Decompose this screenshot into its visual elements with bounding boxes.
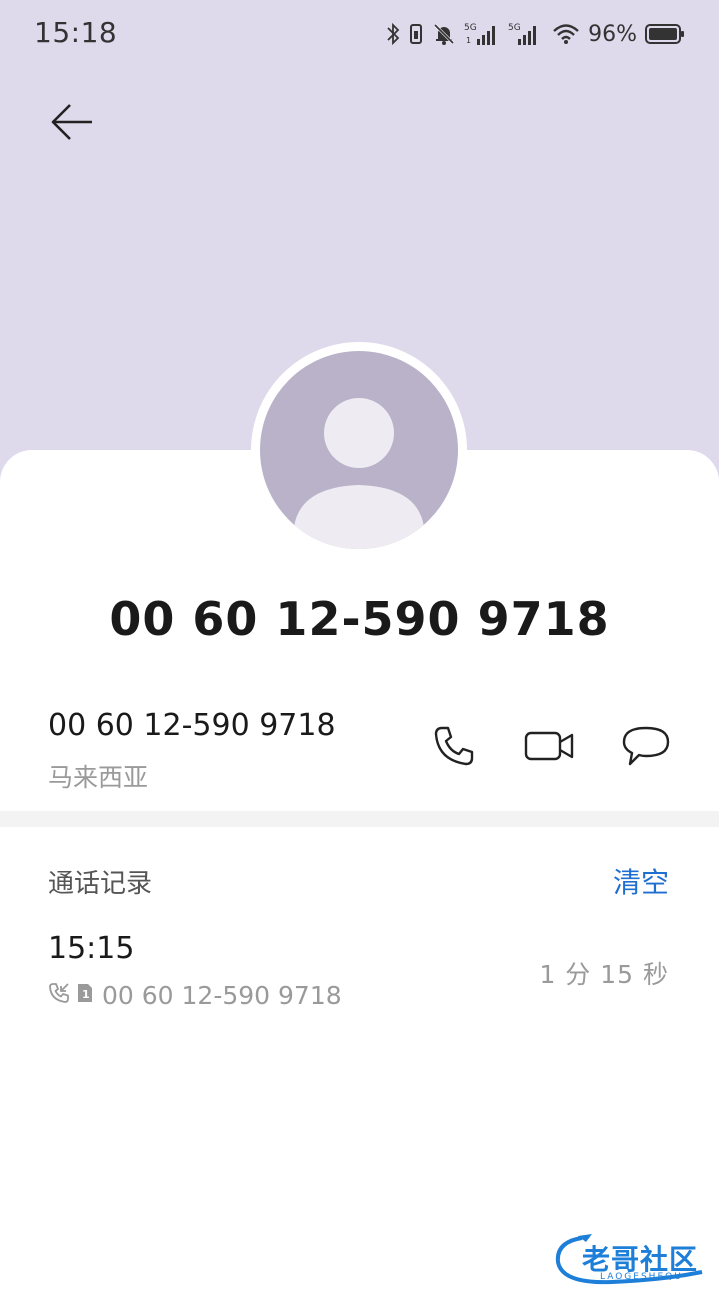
call-log-header: 通话记录 清空 [0,855,719,905]
message-icon [620,724,672,772]
number-row[interactable]: 00 60 12-590 9718 马来西亚 [0,690,719,810]
video-call-icon [523,726,577,770]
svg-text:5G: 5G [508,23,521,33]
battery-percent: 96% [588,21,637,47]
phone-icon [432,724,476,772]
status-time: 15:18 [34,16,118,49]
status-icons: 5G 1 5G 96% [386,18,685,50]
mute-bell-icon [432,22,456,46]
5g-signal-icon: 5G [508,21,544,47]
svg-text:1: 1 [466,36,471,45]
message-button[interactable] [620,724,672,772]
outgoing-call-icon [48,982,70,1008]
arrow-left-icon [50,102,94,146]
watermark-logo: 老哥社区 LAOGESHEQU [552,1232,712,1288]
person-icon [294,398,424,549]
avatar[interactable] [251,342,467,558]
phone-number[interactable]: 00 60 12-590 9718 [48,708,336,743]
video-call-button[interactable] [524,724,576,772]
avatar-placeholder [260,351,458,549]
svg-text:1: 1 [82,988,90,1001]
svg-text:5G: 5G [464,23,477,33]
contact-title-number: 00 60 12-590 9718 [109,592,610,646]
sim-card-icon: 1 [76,982,94,1008]
call-details: 1 00 60 12-590 9718 [48,979,342,1011]
call-log-title: 通话记录 [48,869,153,899]
vibrate-icon [408,22,424,46]
battery-icon [645,23,685,45]
5g-signal-icon: 5G 1 [464,21,500,47]
number-location: 马来西亚 [48,763,149,792]
call-button[interactable] [428,724,480,772]
back-button[interactable] [44,100,100,148]
call-number: 00 60 12-590 9718 [102,980,342,1010]
watermark-subtext: LAOGESHEQU [600,1272,683,1282]
bluetooth-icon [386,22,400,46]
call-log-item[interactable]: 15:15 1 00 60 12-590 9718 1 分 15 秒 [0,925,719,1025]
wifi-icon [552,22,580,46]
clear-button[interactable]: 清空 [613,861,669,901]
call-duration: 1 分 15 秒 [539,960,669,989]
call-time: 15:15 [48,931,135,966]
status-bar: 15:18 5G 1 5G 96% [0,0,719,70]
section-divider [0,811,719,827]
